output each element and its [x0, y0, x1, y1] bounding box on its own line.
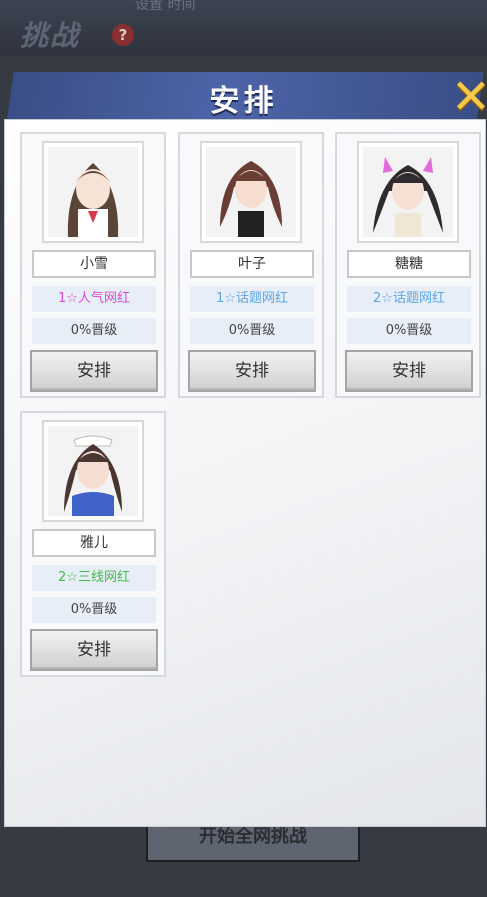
character-name: 叶子 [190, 250, 314, 278]
character-card: 叶子 1☆话题网红 0%晋级 安排 [178, 132, 324, 398]
character-portrait [357, 141, 459, 243]
arrange-button[interactable]: 安排 [30, 629, 158, 671]
promotion-progress: 0%晋级 [32, 597, 156, 623]
arrange-button[interactable]: 安排 [30, 350, 158, 392]
character-tier: 2☆三线网红 [32, 565, 156, 591]
promotion-progress: 0%晋级 [347, 318, 471, 344]
character-card: 雅儿 2☆三线网红 0%晋级 安排 [20, 411, 166, 677]
background-top-text: 设置 时间 [135, 0, 196, 13]
character-portrait [200, 141, 302, 243]
character-portrait [42, 141, 144, 243]
promotion-progress: 0%晋级 [32, 318, 156, 344]
promotion-progress: 0%晋级 [190, 318, 314, 344]
character-name: 雅儿 [32, 529, 156, 557]
character-portrait [42, 420, 144, 522]
character-portrait-image [363, 147, 453, 237]
character-portrait-image [48, 147, 138, 237]
character-name: 小雪 [32, 250, 156, 278]
arrange-button[interactable]: 安排 [345, 350, 473, 392]
help-icon[interactable]: ? [112, 24, 134, 46]
character-tier: 1☆话题网红 [190, 286, 314, 312]
modal-title: 安排 [209, 84, 278, 119]
character-grid-panel: 小雪 1☆人气网红 0%晋级 安排 叶子 1☆话题网红 0%晋级 安排 糖糖 2… [5, 120, 485, 826]
close-icon[interactable]: ✕ [448, 72, 487, 122]
character-name: 糖糖 [347, 250, 471, 278]
character-tier: 1☆人气网红 [32, 286, 156, 312]
arrange-button[interactable]: 安排 [188, 350, 316, 392]
character-portrait-image [48, 426, 138, 516]
character-card: 糖糖 2☆话题网红 0%晋级 安排 [335, 132, 481, 398]
character-portrait-image [206, 147, 296, 237]
background-title: 挑战 [20, 19, 81, 52]
character-card: 小雪 1☆人气网红 0%晋级 安排 [20, 132, 166, 398]
character-tier: 2☆话题网红 [347, 286, 471, 312]
